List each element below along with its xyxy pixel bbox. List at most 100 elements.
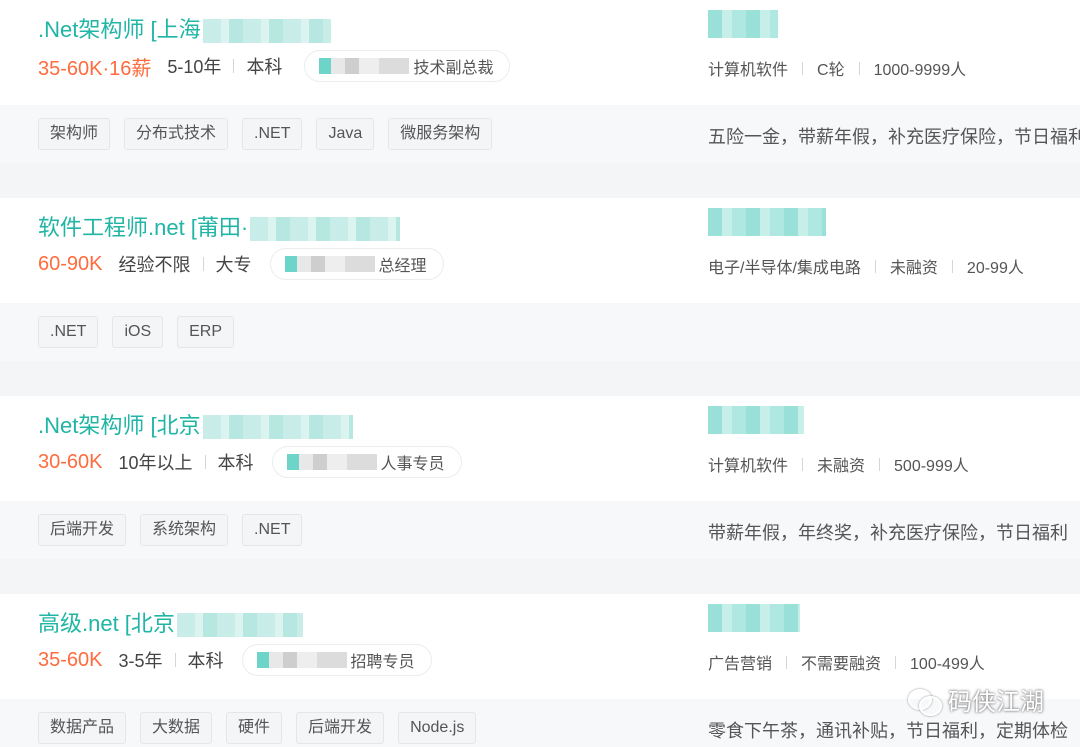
company-industry: 广告营销 bbox=[708, 656, 773, 673]
tag[interactable]: 分布式技术 bbox=[124, 118, 229, 150]
divider bbox=[174, 653, 176, 667]
job-title: .Net架构师 [北京 bbox=[38, 413, 201, 438]
company-size: 100-499人 bbox=[910, 656, 985, 673]
tag[interactable]: 数据产品 bbox=[38, 712, 127, 744]
recruiter-title: 总经理 bbox=[378, 258, 427, 275]
divider bbox=[874, 259, 876, 273]
blurred-location bbox=[250, 217, 401, 242]
tag[interactable]: .NET bbox=[242, 118, 303, 150]
benefits: 五险一金，带薪年假，补充医疗保险，节日福利 bbox=[708, 127, 1080, 147]
tag[interactable]: ERP bbox=[177, 316, 235, 348]
salary: 35-60K·16薪 bbox=[38, 57, 152, 80]
job-info: 60-90K 经验不限 大专 总经理 bbox=[38, 248, 444, 280]
company-stage: C轮 bbox=[817, 62, 845, 79]
wechat-icon bbox=[908, 687, 942, 716]
salary: 60-90K bbox=[38, 252, 103, 275]
tag[interactable]: iOS bbox=[112, 316, 164, 348]
divider bbox=[233, 59, 235, 73]
divider bbox=[951, 259, 953, 273]
blurred-recruiter-name bbox=[256, 652, 347, 668]
company-size: 500-999人 bbox=[894, 458, 969, 475]
job-title-link[interactable]: .Net架构师 [北京 bbox=[38, 408, 353, 440]
divider bbox=[802, 61, 804, 75]
watermark-text: 码侠江湖 bbox=[948, 688, 1044, 716]
company-stage: 未融资 bbox=[817, 458, 866, 475]
company-stage: 不需要融资 bbox=[801, 656, 882, 673]
company-size: 20-99人 bbox=[966, 260, 1024, 277]
company-name-blurred[interactable] bbox=[708, 406, 804, 434]
benefits: 零食下午茶，通讯补贴，节日福利，定期体检 bbox=[708, 721, 1068, 741]
job-card-footer: .NET iOS ERP bbox=[0, 303, 1080, 361]
education: 本科 bbox=[217, 453, 254, 473]
tag[interactable]: 微服务架构 bbox=[388, 118, 493, 150]
company-industry: 计算机软件 bbox=[708, 458, 789, 475]
blurred-recruiter-name bbox=[319, 58, 410, 74]
tag-list: 数据产品 大数据 硬件 后端开发 Node.js bbox=[38, 712, 490, 744]
blurred-location bbox=[202, 19, 331, 44]
tag[interactable]: Node.js bbox=[398, 712, 477, 744]
company-size: 1000-9999人 bbox=[873, 62, 967, 79]
job-info: 35-60K·16薪 5-10年 本科 技术副总裁 bbox=[38, 50, 511, 82]
blurred-location bbox=[176, 613, 303, 638]
company-info: 计算机软件 未融资 500-999人 bbox=[708, 452, 969, 476]
recruiter-badge[interactable]: 招聘专员 bbox=[241, 644, 432, 676]
experience: 3-5年 bbox=[118, 651, 163, 671]
blurred-recruiter-name bbox=[286, 454, 377, 470]
tag[interactable]: .NET bbox=[38, 316, 99, 348]
job-title: 软件工程师.net [莆田· bbox=[38, 215, 249, 240]
company-name-blurred[interactable] bbox=[708, 10, 778, 38]
tag[interactable]: 架构师 bbox=[38, 118, 111, 150]
experience: 10年以上 bbox=[118, 453, 193, 473]
job-info: 30-60K 10年以上 本科 人事专员 bbox=[38, 446, 462, 478]
company-industry: 电子/半导体/集成电路 bbox=[708, 260, 861, 277]
tag[interactable]: .NET bbox=[242, 514, 303, 546]
tag-list: 架构师 分布式技术 .NET Java 微服务架构 bbox=[38, 118, 506, 150]
job-title-link[interactable]: .Net架构师 [上海 bbox=[38, 12, 331, 44]
blurred-recruiter-name bbox=[284, 256, 375, 272]
divider bbox=[879, 457, 881, 471]
job-list: .Net架构师 [上海 35-60K·16薪 5-10年 本科 技术副总裁 计算… bbox=[0, 0, 1080, 747]
company-name-blurred[interactable] bbox=[708, 604, 800, 632]
tag-list: 后端开发 系统架构 .NET bbox=[38, 514, 316, 546]
divider bbox=[895, 655, 897, 669]
tag[interactable]: 后端开发 bbox=[38, 514, 127, 546]
job-title-link[interactable]: 软件工程师.net [莆田· bbox=[38, 210, 401, 242]
job-title: .Net架构师 [上海 bbox=[38, 17, 201, 42]
recruiter-badge[interactable]: 总经理 bbox=[269, 248, 444, 280]
job-card-header: 软件工程师.net [莆田· 60-90K 经验不限 大专 总经理 电子/半导体… bbox=[0, 198, 1080, 303]
tag[interactable]: 系统架构 bbox=[140, 514, 229, 546]
company-industry: 计算机软件 bbox=[708, 62, 789, 79]
job-title-link[interactable]: 高级.net [北京 bbox=[38, 606, 303, 638]
salary: 35-60K bbox=[38, 648, 103, 671]
company-name-blurred[interactable] bbox=[708, 208, 826, 236]
tag[interactable]: 后端开发 bbox=[296, 712, 385, 744]
company-info: 电子/半导体/集成电路 未融资 20-99人 bbox=[708, 254, 1024, 278]
divider bbox=[858, 61, 860, 75]
watermark: 码侠江湖 bbox=[908, 682, 1044, 717]
experience: 经验不限 bbox=[118, 255, 191, 275]
company-info: 计算机软件 C轮 1000-9999人 bbox=[708, 56, 966, 80]
job-card-footer: 后端开发 系统架构 .NET 带薪年假，年终奖，补充医疗保险，节日福利 bbox=[0, 501, 1080, 559]
recruiter-badge[interactable]: 技术副总裁 bbox=[304, 50, 511, 82]
tag[interactable]: 硬件 bbox=[226, 712, 283, 744]
blurred-location bbox=[202, 415, 353, 440]
job-card-header: .Net架构师 [北京 30-60K 10年以上 本科 人事专员 计算机软件 未… bbox=[0, 396, 1080, 501]
job-info: 35-60K 3-5年 本科 招聘专员 bbox=[38, 644, 432, 676]
company-info: 广告营销 不需要融资 100-499人 bbox=[708, 650, 985, 674]
divider bbox=[202, 257, 204, 271]
job-card-footer: 架构师 分布式技术 .NET Java 微服务架构 五险一金，带薪年假，补充医疗… bbox=[0, 105, 1080, 163]
divider bbox=[802, 457, 804, 471]
job-card-header: .Net架构师 [上海 35-60K·16薪 5-10年 本科 技术副总裁 计算… bbox=[0, 0, 1080, 105]
recruiter-badge[interactable]: 人事专员 bbox=[271, 446, 462, 478]
education: 大专 bbox=[215, 255, 252, 275]
recruiter-title: 技术副总裁 bbox=[413, 60, 494, 77]
salary: 30-60K bbox=[38, 450, 103, 473]
divider bbox=[204, 455, 206, 469]
tag-list: .NET iOS ERP bbox=[38, 316, 248, 348]
tag[interactable]: 大数据 bbox=[140, 712, 213, 744]
job-title: 高级.net [北京 bbox=[38, 611, 175, 636]
company-stage: 未融资 bbox=[889, 260, 938, 277]
tag[interactable]: Java bbox=[316, 118, 375, 150]
education: 本科 bbox=[246, 57, 283, 77]
divider bbox=[786, 655, 788, 669]
